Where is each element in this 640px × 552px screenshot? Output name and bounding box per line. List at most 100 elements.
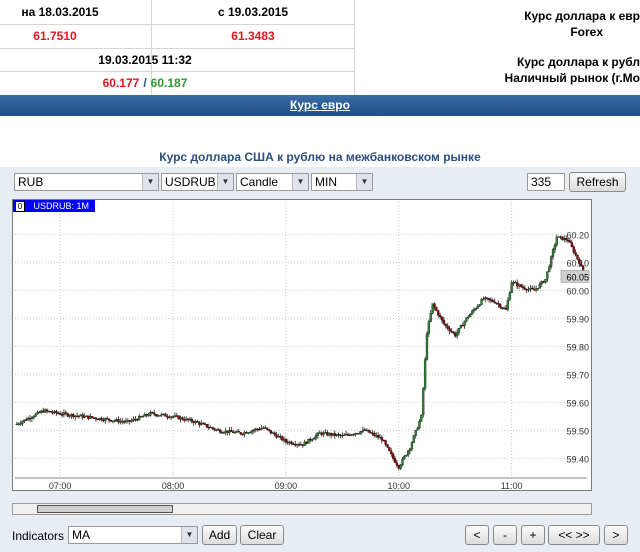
candle-down xyxy=(437,310,440,316)
chart-scrollbar[interactable] xyxy=(12,503,592,515)
candle-up xyxy=(538,283,542,289)
bid-ask-separator: / xyxy=(143,76,147,90)
candle-down xyxy=(542,281,545,283)
candle-up xyxy=(222,432,225,434)
candle-up xyxy=(89,416,92,419)
zoom-out-button[interactable]: - xyxy=(493,525,517,545)
candle-down xyxy=(166,416,169,418)
candle-down xyxy=(203,423,207,425)
add-indicator-button[interactable]: Add xyxy=(202,525,237,545)
candle-up xyxy=(527,288,530,291)
candle-down xyxy=(226,430,229,433)
candle-down xyxy=(47,410,51,413)
candle-up xyxy=(378,437,382,439)
candle-down xyxy=(198,422,201,425)
refresh-button[interactable]: Refresh xyxy=(569,172,626,192)
candle-down xyxy=(38,411,41,414)
candle-down xyxy=(256,428,259,431)
candle-up xyxy=(328,433,331,436)
chart-type-select[interactable]: Candle ▼ xyxy=(236,173,309,191)
candle-down xyxy=(489,299,493,301)
candle-up xyxy=(312,438,316,440)
candle-down xyxy=(153,412,156,415)
candle-up xyxy=(307,438,310,444)
candle-down xyxy=(578,258,581,265)
candle-up xyxy=(422,388,425,416)
candle-up xyxy=(512,281,515,284)
candle-down xyxy=(81,414,84,418)
candle-down xyxy=(42,410,45,413)
candle-up xyxy=(194,421,197,423)
candle-down xyxy=(87,415,90,419)
nav-prev-button[interactable]: < xyxy=(465,525,489,545)
candle-up xyxy=(459,325,462,329)
candle-up xyxy=(506,300,510,310)
candle-up xyxy=(260,428,263,430)
candle-up xyxy=(311,439,314,441)
y-tick-label: 59.80 xyxy=(566,342,589,352)
candle-down xyxy=(66,413,69,417)
legend-text: USDRUB: 1M xyxy=(33,201,90,211)
candle-up xyxy=(243,432,246,435)
timestamp: 19.03.2015 11:32 xyxy=(98,53,192,67)
currency-value: RUB xyxy=(18,175,44,189)
candle-up xyxy=(343,434,346,437)
zoom-in-button[interactable]: + xyxy=(521,525,545,545)
candle-up xyxy=(354,433,357,435)
candle-up xyxy=(248,432,252,434)
candle-down xyxy=(280,436,284,441)
scrollbar-thumb[interactable] xyxy=(37,505,173,513)
candle-up xyxy=(455,332,459,337)
candle-up xyxy=(557,236,560,238)
candle-down xyxy=(211,427,214,429)
expand-button[interactable]: << >> xyxy=(548,525,600,545)
candle-down xyxy=(186,418,190,420)
candle-up xyxy=(375,435,378,437)
candle-up xyxy=(200,423,203,425)
candle-up xyxy=(431,303,434,314)
candle-up xyxy=(104,418,107,421)
candle-up xyxy=(429,312,432,322)
candle-down xyxy=(267,429,271,431)
candle-up xyxy=(529,287,532,290)
interval-select[interactable]: MIN ▼ xyxy=(311,173,373,191)
candle-up xyxy=(23,419,26,422)
candle-up xyxy=(126,420,130,422)
candle-down xyxy=(239,432,242,435)
candle-up xyxy=(401,458,404,465)
candle-down xyxy=(121,420,124,423)
indicator-select[interactable]: MA ▼ xyxy=(68,526,198,544)
count-input[interactable]: 335 xyxy=(527,173,565,191)
nav-next-button[interactable]: > xyxy=(604,525,628,545)
candle-up xyxy=(277,436,280,438)
rates-table: на 18.03.2015 с 19.03.2015 61.7510 61.34… xyxy=(0,0,356,95)
currency-select[interactable]: RUB ▼ xyxy=(14,173,159,191)
euro-link[interactable]: Курс евро xyxy=(0,98,640,112)
candle-down xyxy=(568,240,572,243)
candle-down xyxy=(523,287,526,290)
candle-down xyxy=(122,421,126,423)
candle-down xyxy=(218,429,222,433)
candle-up xyxy=(484,297,487,300)
candle-up xyxy=(510,282,513,294)
indicator-value: MA xyxy=(72,528,90,542)
candle-down xyxy=(390,450,393,455)
candle-up xyxy=(74,415,77,418)
x-tick-label: 08:00 xyxy=(162,481,185,490)
candle-up xyxy=(352,434,355,436)
candle-up xyxy=(156,415,160,417)
candle-up xyxy=(482,298,485,301)
candle-up xyxy=(288,441,291,444)
candle-down xyxy=(106,418,109,420)
candle-down xyxy=(58,413,62,415)
candle-down xyxy=(397,465,400,469)
date-left: на 18.03.2015 xyxy=(21,5,99,19)
interval-value: MIN xyxy=(315,175,337,189)
candle-down xyxy=(305,441,308,444)
candle-up xyxy=(405,454,408,457)
candle-up xyxy=(262,427,265,429)
candle-up xyxy=(160,414,163,416)
pair-select[interactable]: USDRUB ▼ xyxy=(161,173,234,191)
candle-up xyxy=(233,431,237,434)
clear-indicators-button[interactable]: Clear xyxy=(240,525,284,545)
